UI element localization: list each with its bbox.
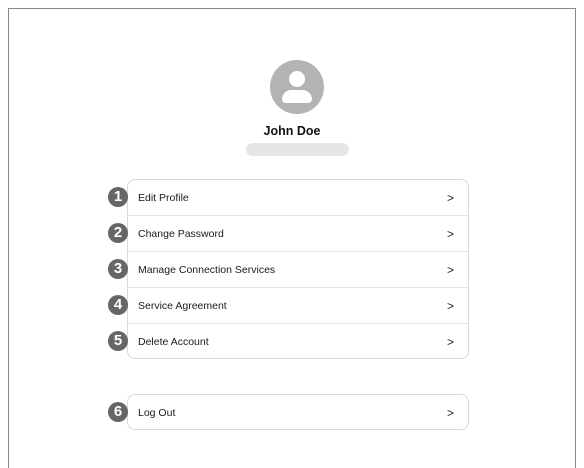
user-avatar-icon[interactable] xyxy=(270,60,324,114)
delete-account-item[interactable]: Delete Account > xyxy=(128,324,468,358)
marker-1: 1 xyxy=(108,187,128,207)
change-password-label: Change Password xyxy=(138,228,224,240)
chevron-right-icon: > xyxy=(446,406,454,420)
chevron-right-icon: > xyxy=(446,191,454,205)
email-placeholder xyxy=(246,143,349,156)
chevron-right-icon: > xyxy=(446,227,454,241)
chevron-right-icon: > xyxy=(446,263,454,277)
log-out-item[interactable]: Log Out > xyxy=(128,395,468,429)
marker-3: 3 xyxy=(108,259,128,279)
service-agreement-label: Service Agreement xyxy=(138,300,227,312)
delete-account-label: Delete Account xyxy=(138,336,209,348)
service-agreement-item[interactable]: Service Agreement > xyxy=(128,288,468,324)
marker-6: 6 xyxy=(108,402,128,422)
avatar-head xyxy=(289,71,305,87)
user-name: John Doe xyxy=(263,124,321,138)
account-menu: Edit Profile > Change Password > Manage … xyxy=(127,179,469,359)
edit-profile-item[interactable]: Edit Profile > xyxy=(128,180,468,216)
edit-profile-label: Edit Profile xyxy=(138,192,189,204)
avatar-body xyxy=(282,90,312,103)
chevron-right-icon: > xyxy=(446,299,454,313)
manage-connection-services-item[interactable]: Manage Connection Services > xyxy=(128,252,468,288)
logout-card: Log Out > xyxy=(127,394,469,430)
marker-4: 4 xyxy=(108,295,128,315)
change-password-item[interactable]: Change Password > xyxy=(128,216,468,252)
marker-2: 2 xyxy=(108,223,128,243)
marker-5: 5 xyxy=(108,331,128,351)
chevron-right-icon: > xyxy=(446,335,454,349)
manage-connection-services-label: Manage Connection Services xyxy=(138,264,276,276)
log-out-label: Log Out xyxy=(138,407,176,419)
